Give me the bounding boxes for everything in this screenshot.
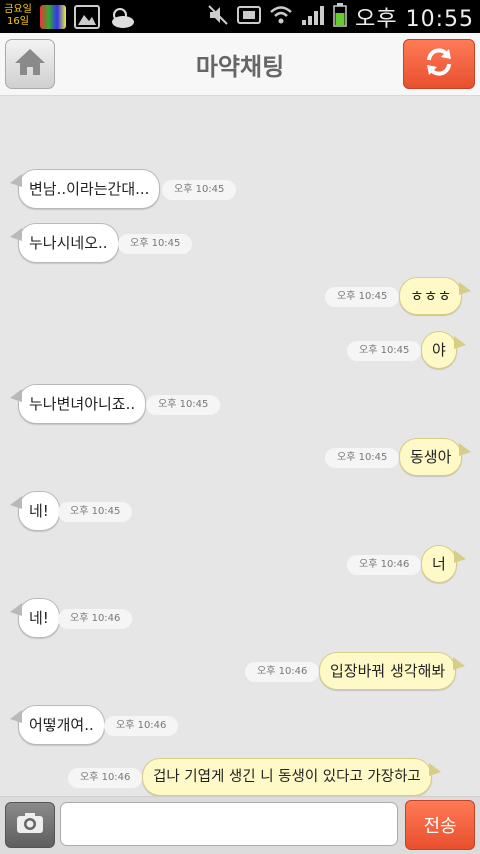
signal-icon (301, 4, 325, 30)
chat-header: 마약채팅 (0, 33, 480, 96)
message-time: 오후 10:46 (104, 716, 179, 736)
message-time: 오후 10:46 (245, 662, 320, 682)
status-bar: 금요일 16일 오후 10:55 (0, 0, 480, 33)
outgoing-bubble: 야 (421, 331, 466, 369)
message-time: 오후 10:45 (325, 448, 400, 468)
message-row-incoming: 네! 오후 10:45 (0, 491, 480, 537)
send-button[interactable]: 전송 (405, 800, 475, 850)
incoming-bubble: 변남..이라는간대... (9, 169, 161, 209)
message-row-incoming: 변남..이라는간대... 오후 10:45 (0, 169, 480, 215)
message-row-outgoing: 오후 10:45 ㅎㅎㅎ (0, 277, 480, 323)
message-row-incoming: 누나변녀아니죠.. 오후 10:45 (0, 384, 480, 430)
battery-icon (333, 3, 347, 31)
camera-button[interactable] (5, 802, 55, 848)
message-time: 오후 10:46 (68, 768, 143, 788)
message-row-incoming: 누나시네오.. 오후 10:45 (0, 223, 480, 269)
message-time: 오후 10:45 (325, 287, 400, 307)
message-composer: 전송 (0, 796, 480, 854)
message-row-incoming: 네! 오후 10:46 (0, 598, 480, 644)
chat-messages[interactable]: 변남..이라는간대... 오후 10:45 누나시네오.. 오후 10:45 오… (0, 96, 480, 796)
sync-icon (237, 4, 262, 30)
weather-icon (108, 5, 134, 29)
message-row-incoming: 어떻개여.. 오후 10:46 (0, 705, 480, 751)
message-row-outgoing: 오후 10:45 야 (0, 331, 480, 377)
gallery-icon (74, 5, 100, 29)
status-time: 오후 10:55 (355, 7, 474, 32)
message-time: 오후 10:45 (162, 180, 237, 200)
page-title: 마약채팅 (195, 53, 285, 81)
weekday-label: 금요일 (4, 4, 32, 15)
mute-icon (207, 4, 229, 30)
message-row-outgoing: 오후 10:46 너 (0, 545, 480, 591)
message-time: 오후 10:45 (58, 502, 133, 522)
outgoing-bubble: 입장바꿔 생각해봐 (319, 652, 466, 690)
message-time: 오후 10:46 (58, 609, 133, 629)
message-time: 오후 10:45 (347, 341, 422, 361)
message-row-outgoing: 오후 10:46 겁나 기엽게 생긴 니 동생이 있다고 가장하고 (0, 758, 480, 796)
calendar-icon: 금요일 16일 (4, 4, 32, 30)
incoming-bubble: 네! (10, 491, 60, 531)
message-row-outgoing: 오후 10:46 입장바꿔 생각해봐 (0, 652, 480, 698)
message-time: 오후 10:45 (118, 234, 193, 254)
app-icon (40, 5, 66, 29)
incoming-bubble: 네! (10, 598, 60, 638)
message-row-outgoing: 오후 10:45 동생아 (0, 438, 480, 484)
message-input[interactable] (60, 802, 398, 846)
incoming-bubble: 어떻개여.. (10, 705, 105, 745)
incoming-bubble: 누나변녀아니죠.. (9, 384, 147, 424)
incoming-bubble: 누나시네오.. (10, 223, 119, 263)
outgoing-bubble: 너 (421, 545, 466, 583)
outgoing-bubble: ㅎㅎㅎ (399, 277, 472, 315)
wifi-icon (269, 4, 293, 30)
day-label: 16일 (7, 16, 29, 27)
refresh-icon (423, 46, 455, 82)
home-button[interactable] (5, 39, 55, 89)
outgoing-bubble: 동생아 (399, 438, 472, 476)
home-icon (13, 47, 47, 81)
outgoing-bubble: 겁나 기엽게 생긴 니 동생이 있다고 가장하고 (142, 758, 441, 796)
message-time: 오후 10:45 (146, 395, 221, 415)
refresh-button[interactable] (403, 39, 475, 89)
message-time: 오후 10:46 (347, 555, 422, 575)
camera-icon (15, 811, 45, 839)
